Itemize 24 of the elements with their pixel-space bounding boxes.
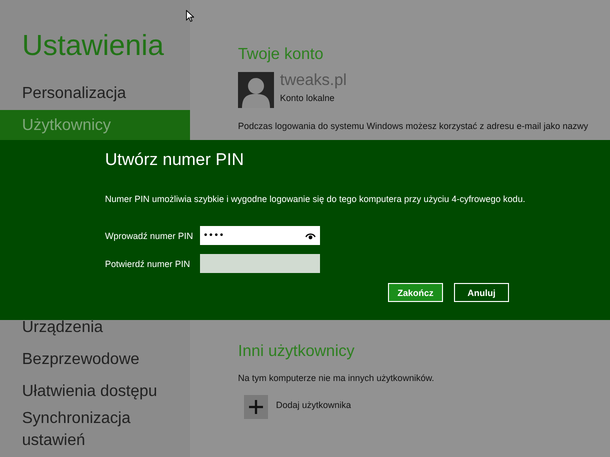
add-icon[interactable] [244,395,268,419]
dialog-description: Numer PIN umożliwia szybkie i wygodne logowanie się do tego komputera przy użyciu 4-cyfrowego kodu. [105,194,526,204]
mouse-pointer-icon [186,10,194,22]
sidebar-item[interactable]: Użytkownicy [0,110,190,142]
sidebar-item[interactable]: Bezprzewodowe [0,344,190,376]
account-description: Podczas logowania do systemu Windows możesz korzystać z adresu e-mail jako nazwy [238,121,590,131]
field-label: Potwierdź numer PIN [105,258,192,268]
pin-field[interactable]: •••• [200,226,320,245]
section-heading: Twoje konto [238,46,324,64]
section-heading: Inni użytkownicy [238,343,356,361]
add-user-link[interactable]: Dodaj użytkownika [276,400,352,410]
eye-icon[interactable] [305,232,316,240]
dialog-title: Utwórz numer PIN [105,150,245,170]
no-users-text: Na tym komputerze nie ma innych użytkowników. [238,373,436,383]
cancel-button[interactable]: Anuluj [454,283,509,302]
sidebar-item[interactable]: Ułatwienia dostępu [0,376,190,408]
user-avatar-icon [238,72,274,108]
account-name: tweaks.pl [280,72,347,90]
settings-title: Ustawienia [21,29,165,64]
sidebar-item[interactable]: Synchronizacja ustawień [0,408,154,452]
field-label: Wprowadź numer PIN [105,230,194,240]
account-type: Konto lokalne [280,93,336,103]
sidebar-item[interactable]: Personalizacja [0,78,190,110]
finish-button[interactable]: Zakończ [388,283,443,302]
